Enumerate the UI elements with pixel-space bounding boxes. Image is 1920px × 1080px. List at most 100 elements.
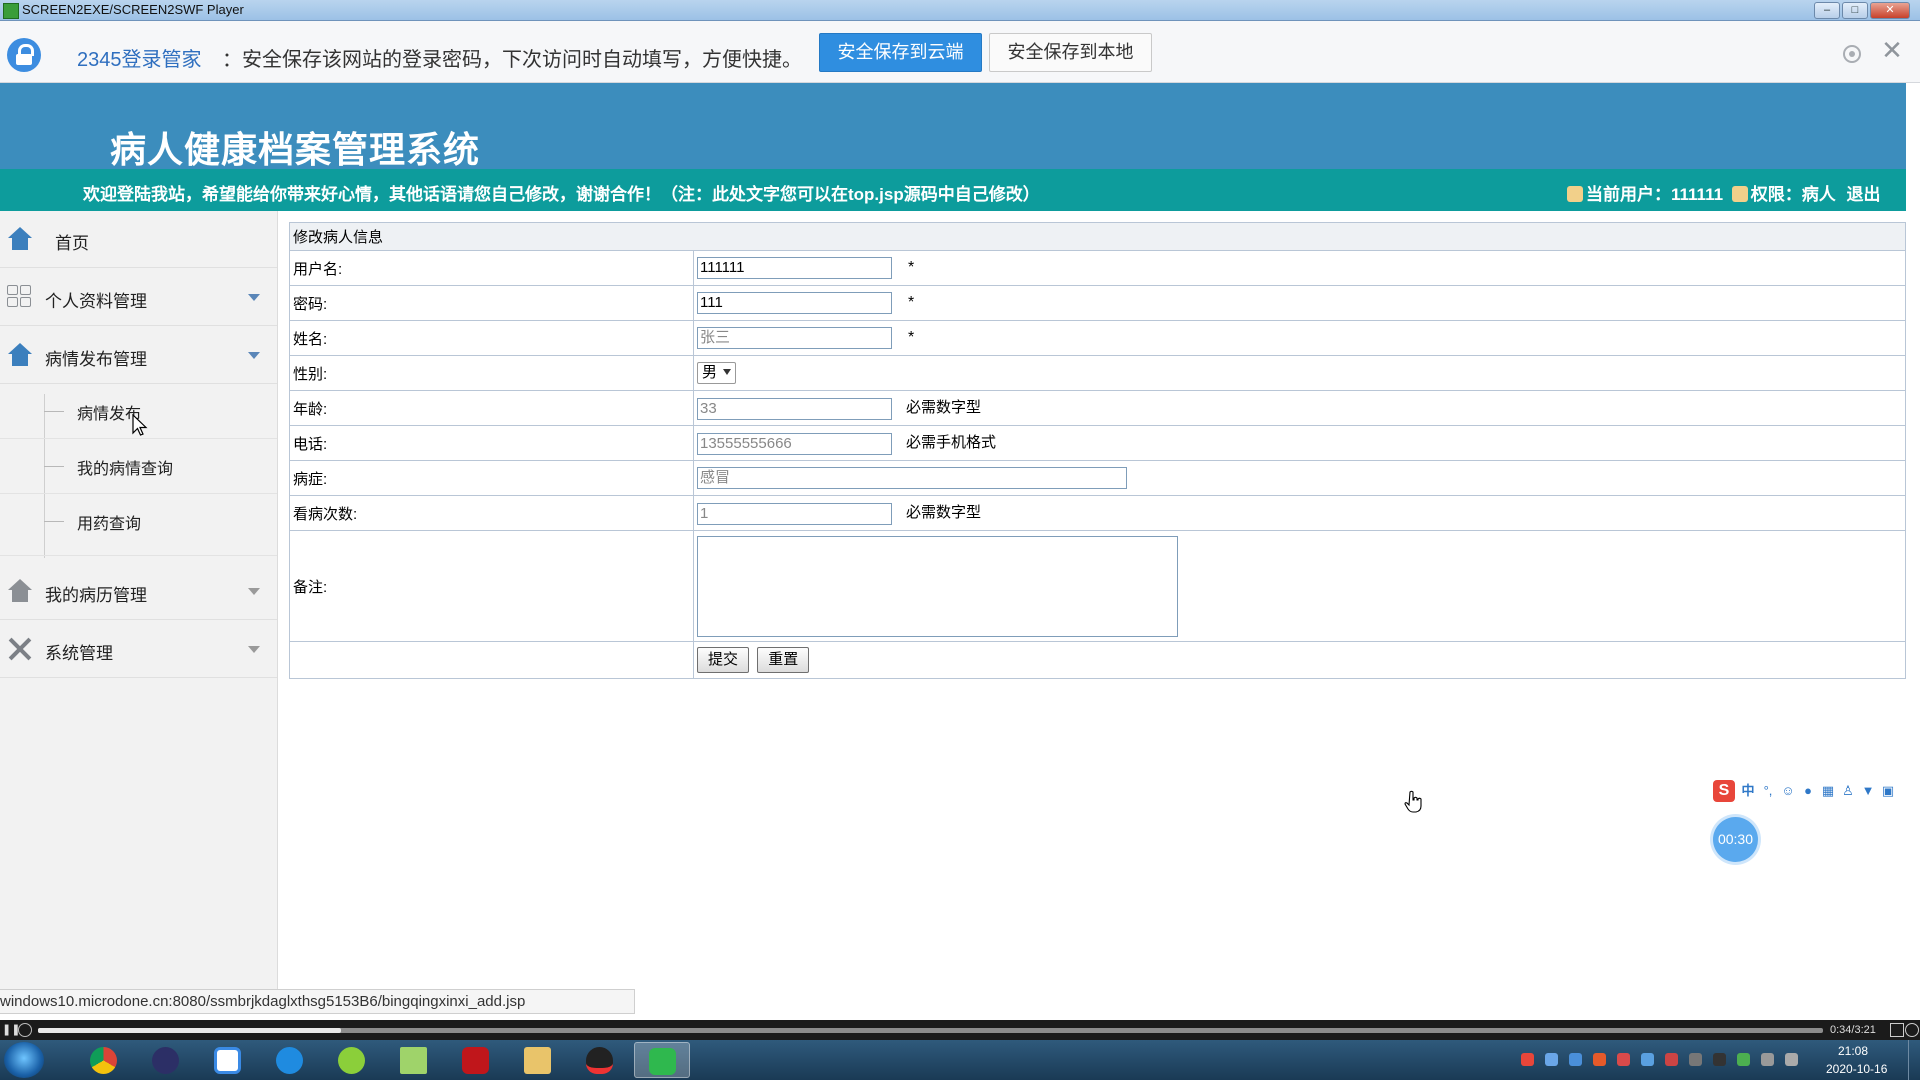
reset-button[interactable]: 重置 (757, 647, 810, 673)
tray-icon[interactable] (1593, 1053, 1606, 1066)
user-icon[interactable]: ♙ (1841, 784, 1855, 798)
welcome-bar: 欢迎登陆我站，希望能给你带来好心情，其他话语请您自己修改，谢谢合作！（注：此处文… (0, 169, 1906, 211)
tray-icon[interactable] (1545, 1053, 1558, 1066)
sidebar-item-home[interactable]: 首页 (0, 211, 277, 268)
sidebar-subitem-label: 用药查询 (77, 516, 142, 533)
sogou-tray-icon[interactable] (1521, 1053, 1534, 1066)
fullscreen-icon[interactable] (1890, 1023, 1904, 1037)
sidebar-item-medical-records[interactable]: 我的病历管理 (0, 563, 277, 620)
remark-textarea[interactable] (697, 535, 1178, 637)
chevron-down-icon (248, 352, 260, 359)
microphone-icon[interactable]: ● (1801, 784, 1815, 798)
stop-icon[interactable] (18, 1023, 32, 1037)
required-mark: * (908, 328, 915, 346)
punctuation-icon[interactable]: °, (1761, 784, 1775, 798)
sogou-logo-icon[interactable]: S (1713, 780, 1735, 802)
network-icon[interactable] (1689, 1053, 1702, 1066)
chevron-down-icon (248, 646, 260, 653)
user-icon (1567, 186, 1583, 202)
required-mark: * (908, 258, 915, 276)
save-to-cloud-button[interactable]: 安全保存到云端 (819, 33, 982, 72)
save-to-local-button[interactable]: 安全保存到本地 (989, 33, 1152, 72)
flash-icon[interactable] (448, 1042, 504, 1078)
tool-icon[interactable] (324, 1042, 380, 1078)
explorer-icon[interactable] (510, 1042, 566, 1078)
role-label: 权限： (1750, 185, 1802, 204)
action-center-icon[interactable] (1785, 1053, 1798, 1066)
ime-mode[interactable]: 中 (1741, 784, 1755, 798)
password-manager-bar: 2345登录管家 ：安全保存该网站的登录密码，下次访问时自动填写，方便快捷。 安… (0, 21, 1920, 83)
terminal-icon[interactable] (138, 1042, 194, 1078)
baidu-netdisk-icon[interactable] (200, 1042, 256, 1078)
tray-icon[interactable] (1665, 1053, 1678, 1066)
qq-tray-icon[interactable] (1713, 1053, 1726, 1066)
show-desktop-button[interactable] (1908, 1040, 1920, 1080)
tray-icon[interactable] (1569, 1053, 1582, 1066)
maximize-button[interactable]: □ (1842, 2, 1868, 19)
logout-link[interactable]: 退出 (1847, 185, 1881, 204)
sidebar-subitem-my-condition[interactable]: 我的病情查询 (0, 439, 277, 494)
grid-icon (7, 285, 33, 309)
tree-branch (44, 521, 64, 522)
sidebar-subitem-label: 我的病情查询 (77, 461, 174, 478)
chevron-down-icon (248, 294, 260, 301)
edit-patient-form: 修改病人信息 用户名: 111111 * 密码: 111 * 姓名: 张三 * 性别:… (289, 222, 1906, 679)
gear-icon[interactable] (1843, 45, 1861, 63)
username-field[interactable]: 111111 (697, 257, 892, 279)
close-icon[interactable]: ✕ (1881, 37, 1903, 63)
name-field[interactable]: 张三 (697, 327, 892, 349)
emoji-icon[interactable]: ☺ (1781, 784, 1795, 798)
keyboard-icon[interactable]: ▦ (1821, 784, 1835, 798)
sidebar-subitem-medication[interactable]: 用药查询 (0, 494, 277, 556)
clock-date[interactable]: 2020-10-16 (1826, 1062, 1887, 1076)
remark-label: 备注: (289, 530, 694, 642)
qq-icon[interactable] (572, 1042, 628, 1078)
form-title: 修改病人信息 (289, 222, 1906, 251)
password-field[interactable]: 111 (697, 292, 892, 314)
sidebar-item-condition-publish[interactable]: 病情发布管理 (0, 327, 277, 384)
visits-field[interactable]: 1 (697, 502, 892, 525)
password-label: 密码: (289, 285, 694, 321)
taskbar: 21:08 2020-10-16 (0, 1040, 1920, 1080)
app-icon (3, 3, 19, 19)
info-icon[interactable] (1905, 1023, 1919, 1037)
age-label: 年龄: (289, 390, 694, 426)
sidebar-item-profile[interactable]: 个人资料管理 (0, 269, 277, 326)
chrome-icon[interactable] (76, 1042, 132, 1078)
age-hint: 必需数字型 (906, 399, 982, 417)
submit-button[interactable]: 提交 (697, 647, 750, 673)
ime-toolbar: S 中 °, ☺ ● ▦ ♙ ▼ ▣ (1713, 780, 1920, 806)
shield-icon[interactable] (1641, 1053, 1654, 1066)
start-button[interactable] (4, 1042, 44, 1078)
disease-field[interactable]: 感冒 (697, 467, 1127, 489)
sidebar-item-label: 病情发布管理 (45, 350, 147, 369)
skin-icon[interactable]: ▼ (1861, 784, 1875, 798)
tray-icon[interactable] (1617, 1053, 1630, 1066)
home-icon (7, 579, 33, 603)
notepad-icon[interactable] (386, 1042, 442, 1078)
clock-time[interactable]: 21:08 (1838, 1044, 1868, 1058)
password-manager-brand: 2345登录管家 (77, 49, 202, 71)
minimize-button[interactable]: – (1814, 2, 1840, 19)
browser-icon[interactable] (262, 1042, 318, 1078)
player-icon[interactable] (634, 1042, 690, 1078)
gender-label: 性别: (289, 355, 694, 391)
gender-select[interactable]: 男 (697, 362, 737, 384)
username-label: 用户名: (289, 250, 694, 286)
chevron-down-icon (723, 369, 732, 375)
sidebar-item-label: 个人资料管理 (45, 292, 147, 311)
window-close-button[interactable]: ✕ (1870, 2, 1910, 19)
sidebar-item-system[interactable]: 系统管理 (0, 621, 277, 678)
pause-icon[interactable]: ❚❚ (2, 1023, 20, 1037)
phone-field[interactable]: 13555555666 (697, 432, 892, 455)
toolbox-icon[interactable]: ▣ (1881, 784, 1895, 798)
system-title: 病人健康档案管理系统 (110, 129, 481, 170)
role-value: 病人 (1801, 185, 1836, 204)
player-control-bar: ❚❚ 0:34/3:21 (0, 1020, 1920, 1040)
player-time: 0:34/3:21 (1830, 1024, 1876, 1036)
tray-icon[interactable] (1737, 1053, 1750, 1066)
volume-icon[interactable] (1761, 1053, 1774, 1066)
chevron-down-icon (248, 588, 260, 595)
age-field[interactable]: 33 (697, 397, 892, 420)
tools-icon (7, 637, 33, 661)
